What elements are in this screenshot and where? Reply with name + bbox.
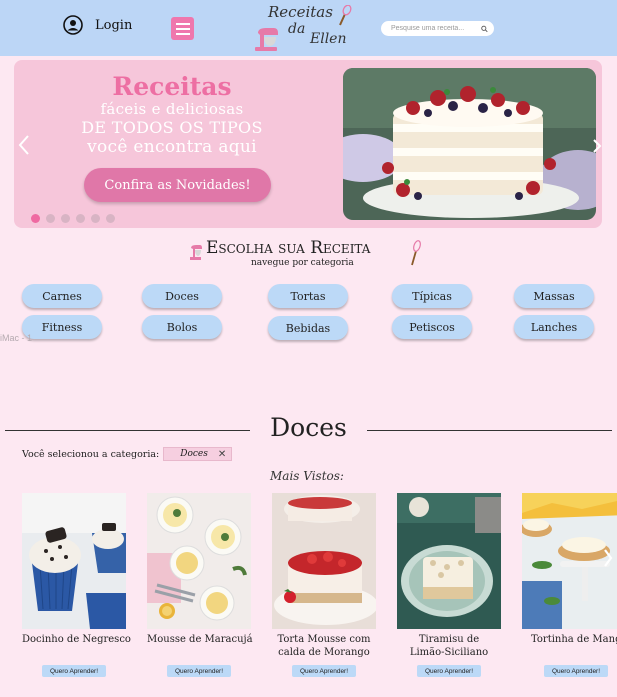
artboard-label: iMac - 1 xyxy=(0,333,33,343)
chip-label: Doces xyxy=(180,449,208,459)
recipe-image[interactable] xyxy=(397,493,501,629)
section-title: Escolha sua Receita xyxy=(206,238,371,258)
recipe-image[interactable] xyxy=(272,493,376,629)
banner-subtitle: fáceis e deliciosas xyxy=(100,100,244,118)
most-viewed-label: Mais Vistos: xyxy=(270,469,344,483)
whisk-icon xyxy=(339,5,352,26)
recipe-title: Mousse de Maracujá xyxy=(147,634,253,645)
hamburger-menu-button[interactable] xyxy=(171,17,194,40)
header: Login Receitas da Ellen xyxy=(0,0,617,56)
mixer-icon xyxy=(255,28,278,51)
category-heading: Escolha sua Receita navegue por categori… xyxy=(189,238,429,272)
recipe-image[interactable] xyxy=(22,493,126,629)
category-carnes-button[interactable]: Carnes xyxy=(22,284,102,308)
banner-pagination xyxy=(31,214,115,223)
banner-prev-arrow-icon[interactable] xyxy=(18,134,30,156)
selected-category: Você selecionou a categoria: Doces ✕ xyxy=(22,447,233,461)
logo-text: Ellen xyxy=(310,31,347,47)
banner-subtitle: você encontra aqui xyxy=(87,137,257,157)
login-link[interactable]: Login xyxy=(63,15,132,35)
banner-dot[interactable] xyxy=(31,214,40,223)
hero-banner: Receitas fáceis e deliciosas DE TODOS OS… xyxy=(14,60,602,228)
recipe-image[interactable] xyxy=(147,493,251,629)
banner-dot[interactable] xyxy=(46,214,55,223)
mixer-icon xyxy=(190,245,202,260)
recipe-title-line: calda de Morango xyxy=(278,647,370,658)
search-icon[interactable] xyxy=(481,25,488,33)
recipe-title-line: Torta Mousse com xyxy=(277,634,371,645)
recipe-title: Tortinha de Manga xyxy=(531,634,617,645)
banner-title: Receitas xyxy=(112,72,232,101)
learn-recipe-button[interactable]: Quero Aprender! xyxy=(42,665,106,677)
selected-category-label: Você selecionou a categoria: xyxy=(22,448,160,460)
category-tipicas-button[interactable]: Típicas xyxy=(392,284,472,308)
login-label: Login xyxy=(95,17,133,33)
search-input[interactable] xyxy=(391,25,481,32)
logo-text: Receitas xyxy=(268,3,333,21)
recipe-card[interactable]: Tiramisu de Limão-Siciliano Quero Aprend… xyxy=(397,493,501,677)
banner-next-arrow-icon[interactable] xyxy=(592,138,602,154)
recipe-title-line: Limão-Siciliano xyxy=(409,647,489,658)
recipes-next-arrow-icon[interactable] xyxy=(603,548,613,568)
category-fitness-button[interactable]: Fitness xyxy=(22,315,102,339)
banner-dot[interactable] xyxy=(61,214,70,223)
logo-text: da xyxy=(288,21,306,37)
category-massas-button[interactable]: Massas xyxy=(514,284,594,308)
learn-recipe-button[interactable]: Quero Aprender! xyxy=(292,665,356,677)
category-title: Doces xyxy=(270,413,347,442)
banner-dot[interactable] xyxy=(76,214,85,223)
cake-image xyxy=(343,68,596,220)
whisk-icon xyxy=(411,240,421,266)
category-petiscos-button[interactable]: Petiscos xyxy=(392,315,472,339)
recipe-card[interactable]: Torta Mousse com calda de Morango Quero … xyxy=(272,493,376,677)
learn-recipe-button[interactable]: Quero Aprender! xyxy=(417,665,481,677)
recipe-card[interactable]: Mousse de Maracujá Quero Aprender! xyxy=(147,493,253,677)
user-icon xyxy=(63,15,83,35)
recipe-card[interactable]: Tortinha de Manga Quero Aprender! xyxy=(522,493,617,677)
category-tortas-button[interactable]: Tortas xyxy=(268,284,348,308)
banner-dot[interactable] xyxy=(91,214,100,223)
category-lanches-button[interactable]: Lanches xyxy=(514,315,594,339)
banner-subtitle: DE TODOS OS TIPOS xyxy=(81,118,263,137)
category-filter-chip[interactable]: Doces ✕ xyxy=(163,447,233,461)
recipe-title: Tiramisu de Limão-Siciliano xyxy=(397,633,501,659)
divider xyxy=(367,430,612,431)
recipe-title-line: Tiramisu de xyxy=(418,634,480,645)
category-bebidas-button[interactable]: Bebidas xyxy=(268,316,348,340)
banner-dot[interactable] xyxy=(106,214,115,223)
search-bar[interactable] xyxy=(381,21,494,36)
close-icon[interactable]: ✕ xyxy=(218,449,226,460)
recipe-title: Torta Mousse com calda de Morango xyxy=(272,633,376,659)
learn-recipe-button[interactable]: Quero Aprender! xyxy=(544,665,608,677)
site-logo[interactable]: Receitas da Ellen xyxy=(252,3,354,53)
recipe-card[interactable]: Docinho de Negresco Quero Aprender! xyxy=(22,493,131,677)
learn-recipe-button[interactable]: Quero Aprender! xyxy=(167,665,231,677)
divider xyxy=(5,430,250,431)
section-subtitle: navegue por categoria xyxy=(251,258,354,268)
novidades-button[interactable]: Confira as Novidades! xyxy=(84,168,271,202)
category-bolos-button[interactable]: Bolos xyxy=(142,315,222,339)
category-doces-button[interactable]: Doces xyxy=(142,284,222,308)
recipe-title: Docinho de Negresco xyxy=(22,634,131,645)
